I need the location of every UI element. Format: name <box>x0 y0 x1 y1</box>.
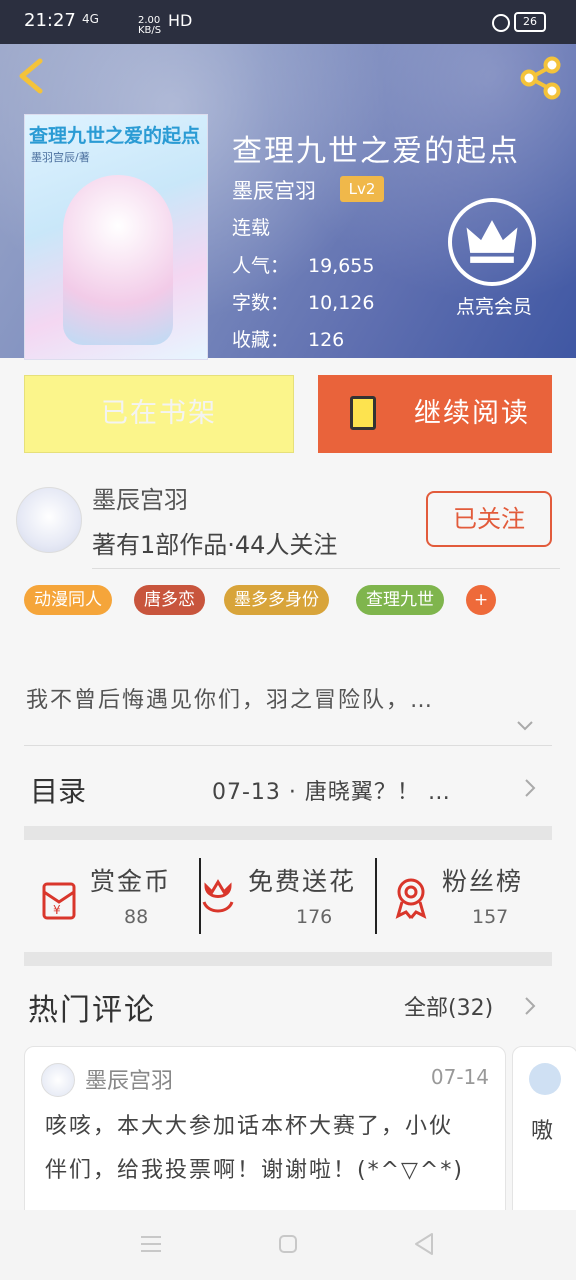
book-intro[interactable]: 我不曾后悔遇见你们，羽之冒险队，… <box>26 682 434 714</box>
popularity-row: 人气： 19,655 <box>232 255 375 277</box>
cover-illustration <box>63 175 173 345</box>
section-separator <box>24 826 552 840</box>
status-time: 21:27 <box>24 10 76 31</box>
comment-text: 咳咳，本大大参加话本杯大赛了，小伙伴们，给我投票啊！谢谢啦！(*^▽^*) <box>45 1114 464 1183</box>
favorites-row: 收藏： 126 <box>232 329 345 351</box>
comment-date: 07-14 <box>430 1065 489 1089</box>
cover-title: 查理九世之爱的起点 <box>29 125 201 147</box>
home-icon[interactable] <box>278 1234 298 1254</box>
system-nav-bar <box>0 1210 576 1280</box>
reward-label: 赏金币 <box>90 867 172 896</box>
menu-icon[interactable] <box>140 1234 162 1254</box>
book-title: 查理九世之爱的起点 <box>232 134 520 169</box>
commenter-avatar[interactable] <box>41 1063 75 1097</box>
fan-label: 粉丝榜 <box>442 867 524 896</box>
commenter-name[interactable]: 墨辰宫羽 <box>85 1063 173 1095</box>
tag-item[interactable]: 墨多多身份 <box>224 585 329 615</box>
chevron-right-icon[interactable] <box>524 778 536 798</box>
all-comments-link[interactable]: 全部(32) <box>404 990 493 1022</box>
status-bar: 21:27 4G 2.00 KB/S HD 26 <box>0 0 576 44</box>
tag-item[interactable]: 查理九世 <box>356 585 444 615</box>
battery-indicator: 26 <box>514 12 546 32</box>
back-nav-icon[interactable] <box>414 1232 434 1256</box>
follow-button[interactable]: 已关注 <box>426 491 552 547</box>
toc-latest-chapter[interactable]: 07-13 · 唐晓翼？！ … <box>212 774 451 806</box>
status-icon <box>492 14 510 32</box>
hot-comments-title: 热门评论 <box>28 993 156 1028</box>
tag-item[interactable]: 动漫同人 <box>24 585 112 615</box>
flower-icon <box>202 879 234 913</box>
svg-text:¥: ¥ <box>53 903 61 917</box>
fan-ranking[interactable]: 粉丝榜 157 <box>392 858 552 934</box>
hd-indicator: HD <box>168 11 193 30</box>
reward-count: 88 <box>124 906 149 928</box>
red-envelope-icon: ¥ <box>42 882 76 920</box>
signal-indicator: 4G <box>82 12 99 26</box>
toc-label[interactable]: 目录 <box>30 770 86 810</box>
back-icon[interactable] <box>16 58 46 94</box>
tag-item[interactable]: 唐多恋 <box>134 585 205 615</box>
reward-coins[interactable]: ¥ 赏金币 88 <box>36 858 196 934</box>
crown-icon[interactable] <box>448 198 536 286</box>
continue-reading-button[interactable]: 继续阅读 <box>318 375 552 453</box>
chevron-down-icon[interactable] <box>516 720 534 732</box>
word-count-row: 字数： 10,126 <box>232 292 375 314</box>
in-shelf-button[interactable]: 已在书架 <box>24 375 294 453</box>
divider <box>375 858 377 934</box>
share-icon[interactable] <box>518 56 564 100</box>
divider <box>92 568 560 569</box>
book-cover[interactable]: 查理九世之爱的起点 墨羽宫辰/著 <box>24 114 208 360</box>
net-speed: 2.00 KB/S <box>138 15 162 36</box>
commenter-avatar[interactable] <box>529 1063 561 1095</box>
author-name[interactable]: 墨辰宫羽 <box>92 480 188 515</box>
flowers-count: 176 <box>296 906 333 928</box>
book-status: 连载 <box>232 217 271 239</box>
send-flowers[interactable]: 免费送花 176 <box>200 858 376 934</box>
fan-count: 157 <box>472 906 509 928</box>
divider <box>24 745 552 746</box>
level-badge: Lv2 <box>340 176 384 202</box>
comment-text: 嗷 <box>531 1119 554 1144</box>
cover-author: 墨羽宫辰/著 <box>31 151 90 164</box>
add-tag-button[interactable]: + <box>466 585 497 615</box>
author-avatar[interactable] <box>16 487 82 553</box>
chevron-right-icon[interactable] <box>524 996 536 1016</box>
book-author[interactable]: 墨辰宫羽 <box>232 175 316 205</box>
medal-icon <box>395 878 427 919</box>
author-works: 著有1部作品·44人关注 <box>92 531 338 559</box>
vip-label[interactable]: 点亮会员 <box>438 292 550 319</box>
flowers-label: 免费送花 <box>248 867 357 896</box>
section-separator <box>24 952 552 966</box>
continue-reading-label: 继续阅读 <box>414 398 530 429</box>
book-icon <box>350 396 376 430</box>
